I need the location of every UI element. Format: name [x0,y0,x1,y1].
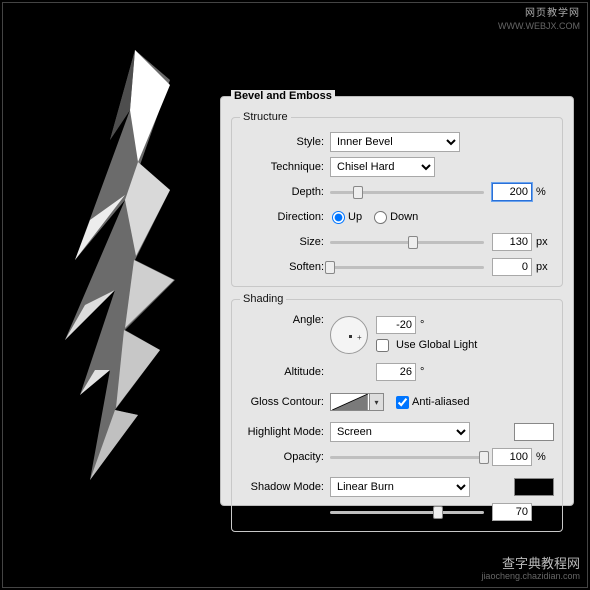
soften-label: Soften: [240,261,330,273]
chevron-down-icon[interactable]: ▾ [370,393,384,411]
technique-label: Technique: [240,161,330,173]
highlight-opacity-slider[interactable] [330,456,484,459]
angle-indicator-icon: + [357,333,362,342]
shadow-opacity-input[interactable] [492,503,532,521]
size-slider[interactable] [330,241,484,244]
slider-thumb-icon [408,236,418,249]
altitude-unit: ° [420,366,424,378]
highlight-mode-label: Highlight Mode: [240,426,330,438]
structure-legend: Structure [240,111,291,123]
watermark-top: 网页教学网 WWW.WEBJX.COM [498,8,580,32]
size-unit: px [536,236,554,248]
watermark-bot-text: 查字典教程网 [481,558,580,570]
depth-label: Depth: [240,186,330,198]
panel-title: Bevel and Emboss [231,90,335,102]
altitude-input[interactable] [376,363,416,381]
shadow-opacity-slider[interactable] [330,511,484,514]
gloss-contour-swatch[interactable] [330,393,370,411]
style-label: Style: [240,136,330,148]
shadow-opacity-label: Opacity: [240,506,330,518]
shadow-mode-label: Shadow Mode: [240,481,330,493]
preview-artwork [30,50,200,480]
shading-group: Shading Angle: + ° Use Global Light Alti… [231,293,563,532]
watermark-bot-url: jiaocheng.chazidian.com [481,570,580,582]
soften-slider[interactable] [330,266,484,269]
bevel-emboss-panel: Bevel and Emboss Structure Style: Inner … [220,96,574,506]
slider-thumb-icon [353,186,363,199]
highlight-opacity-label: Opacity: [240,451,330,463]
slider-thumb-icon [433,506,443,519]
watermark-top-url: WWW.WEBJX.COM [498,20,580,32]
angle-center-icon [349,335,352,338]
antialiased-checkbox[interactable] [396,396,409,409]
direction-up-radio[interactable] [332,211,345,224]
gloss-contour-label: Gloss Contour: [240,396,330,408]
watermark-bottom: 查字典教程网 jiaocheng.chazidian.com [481,558,580,582]
direction-up-label: Up [348,211,362,223]
soften-input[interactable] [492,258,532,276]
global-light-checkbox[interactable] [376,339,389,352]
highlight-opacity-unit: % [536,451,554,463]
angle-input[interactable] [376,316,416,334]
depth-input[interactable] [492,183,532,201]
structure-group: Structure Style: Inner Bevel Technique: … [231,111,563,287]
style-select[interactable]: Inner Bevel [330,132,460,152]
soften-unit: px [536,261,554,273]
shading-legend: Shading [240,293,286,305]
shadow-color-swatch[interactable] [514,478,554,496]
highlight-color-swatch[interactable] [514,423,554,441]
angle-unit: ° [420,319,424,331]
altitude-label: Altitude: [240,366,330,378]
angle-dial[interactable]: + [330,316,368,354]
depth-slider[interactable] [330,191,484,194]
size-input[interactable] [492,233,532,251]
global-light-label: Use Global Light [396,339,477,351]
depth-unit: % [536,186,554,198]
shadow-opacity-unit: % [536,506,554,518]
technique-select[interactable]: Chisel Hard [330,157,435,177]
highlight-mode-select[interactable]: Screen [330,422,470,442]
angle-label: Angle: [240,311,330,326]
direction-down-radio[interactable] [374,211,387,224]
shadow-mode-select[interactable]: Linear Burn [330,477,470,497]
highlight-opacity-input[interactable] [492,448,532,466]
slider-thumb-icon [325,261,335,274]
size-label: Size: [240,236,330,248]
direction-label: Direction: [240,211,330,223]
watermark-top-text: 网页教学网 [498,8,580,20]
direction-down-label: Down [390,211,418,223]
slider-thumb-icon [479,451,489,464]
antialiased-label: Anti-aliased [412,396,469,408]
